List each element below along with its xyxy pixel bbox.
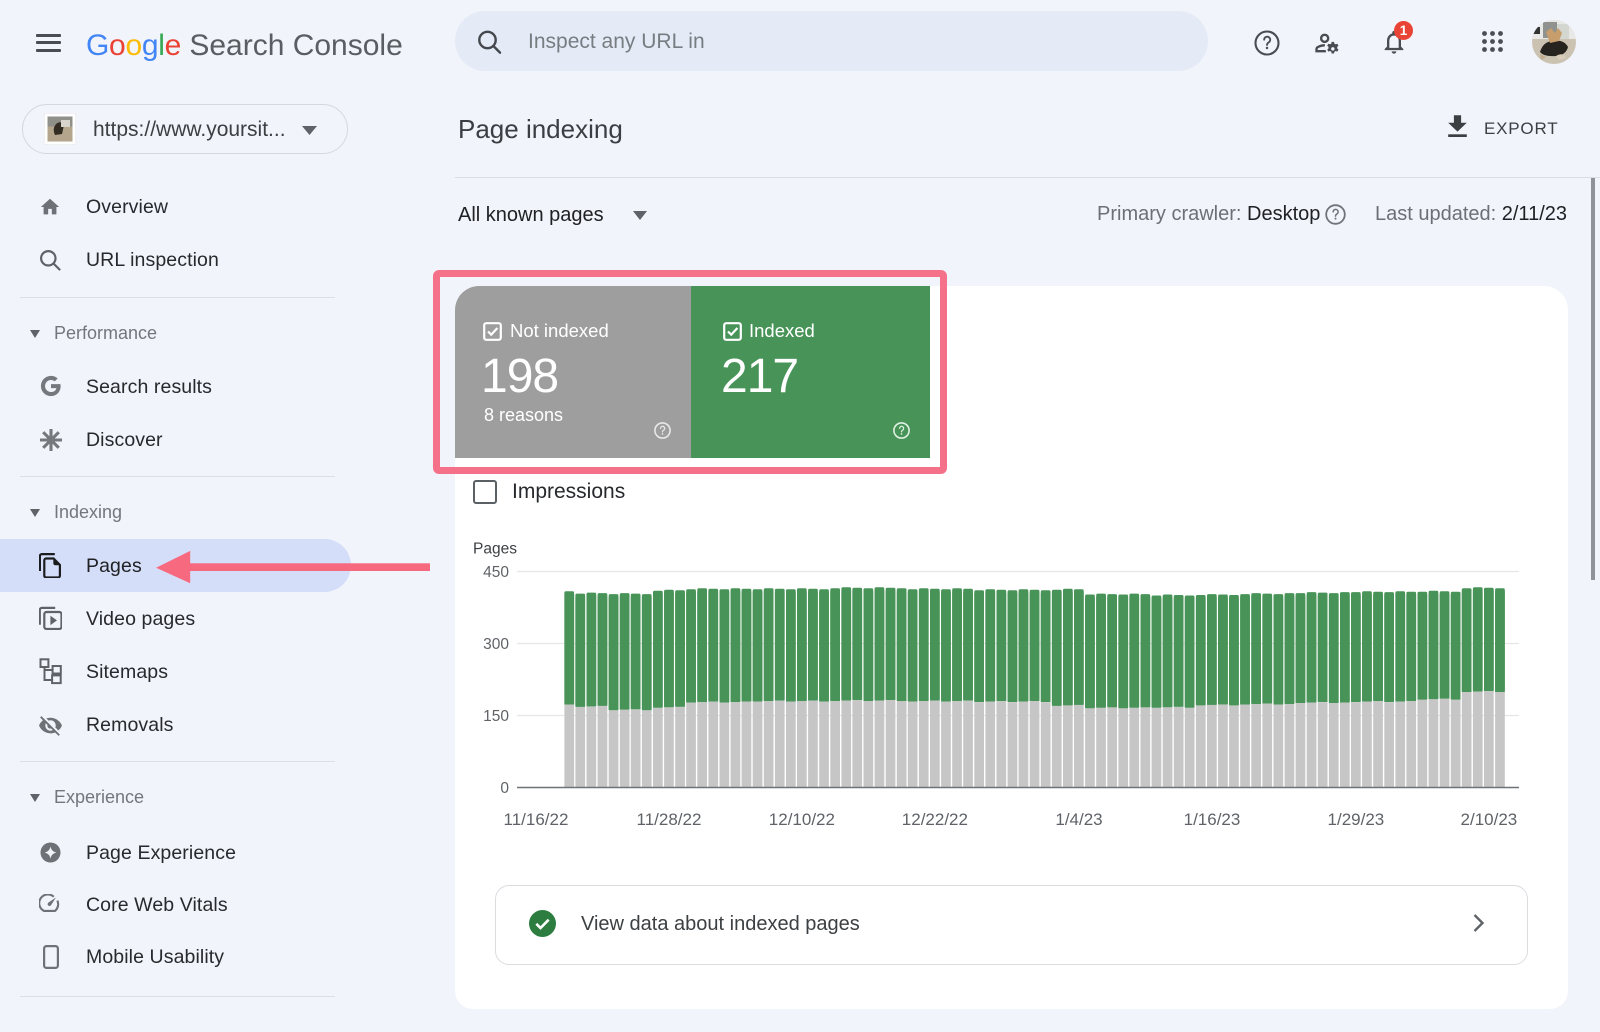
svg-text:300: 300 — [483, 636, 509, 653]
svg-text:12/10/22: 12/10/22 — [769, 810, 835, 829]
svg-text:12/22/22: 12/22/22 — [902, 810, 968, 829]
svg-text:1/29/23: 1/29/23 — [1328, 810, 1385, 829]
svg-text:Pages: Pages — [473, 541, 517, 558]
svg-text:150: 150 — [483, 708, 509, 725]
svg-text:1/4/23: 1/4/23 — [1055, 810, 1102, 829]
svg-text:2/10/23: 2/10/23 — [1461, 810, 1518, 829]
svg-text:0: 0 — [500, 780, 509, 797]
svg-text:11/28/22: 11/28/22 — [637, 810, 702, 829]
svg-text:1/16/23: 1/16/23 — [1184, 810, 1241, 829]
svg-text:450: 450 — [483, 564, 509, 581]
svg-text:11/16/22: 11/16/22 — [504, 810, 569, 829]
